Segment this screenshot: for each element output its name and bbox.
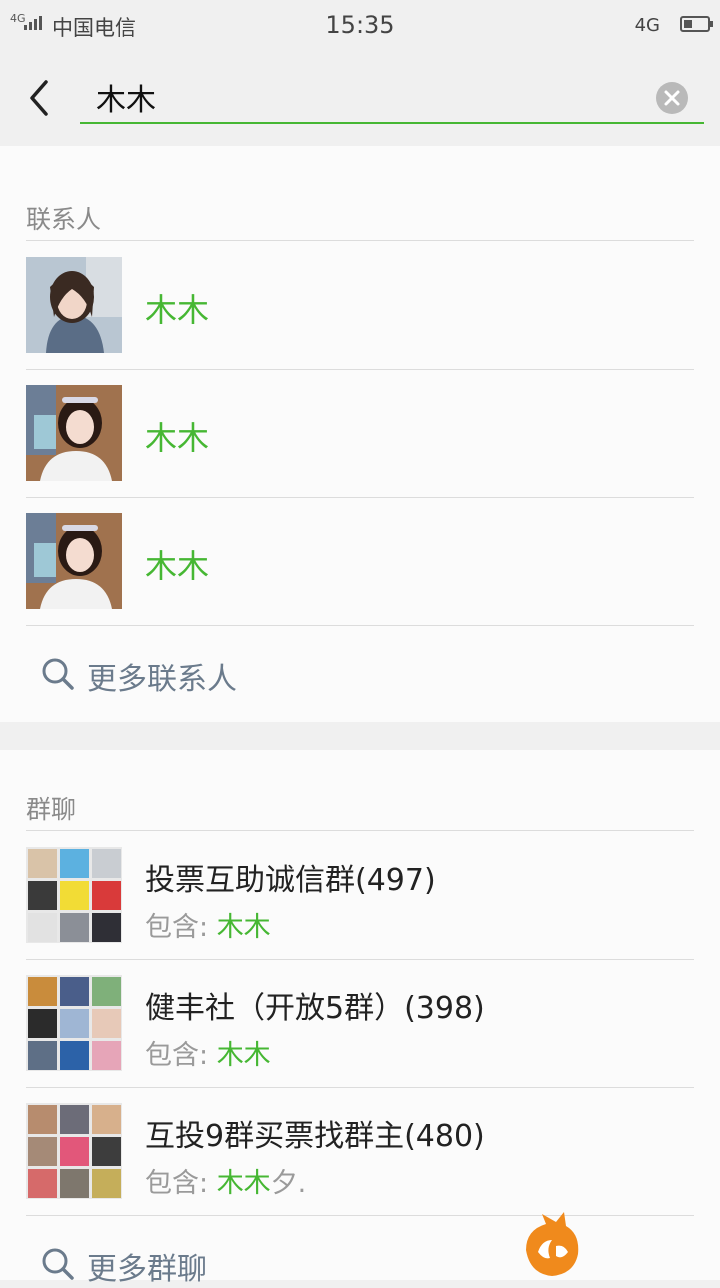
- fox-logo-icon: [526, 1212, 579, 1276]
- search-icon: [42, 658, 74, 690]
- contact-name: 木木: [145, 419, 210, 457]
- groups-section: 群聊 投票互助诚信群(497) 包含: 木木 健丰社（开放5群）(398) 包含…: [0, 750, 720, 1287]
- avatar: [26, 513, 122, 609]
- group-name: 互投9群买票找群主(480): [145, 1119, 485, 1154]
- more-groups-label: 更多群聊: [87, 1252, 207, 1287]
- group-match-info: 包含: 木木: [145, 1040, 271, 1071]
- contact-name: 木木: [145, 291, 210, 329]
- group-avatar: [26, 975, 122, 1071]
- search-icon: [42, 1248, 74, 1280]
- contact-row[interactable]: 木木: [0, 497, 720, 625]
- avatar: [26, 257, 122, 353]
- contact-row[interactable]: 木木: [0, 369, 720, 497]
- group-name: 健丰社（开放5群）(398): [145, 991, 485, 1026]
- group-avatar: [26, 847, 122, 943]
- contacts-section-title: 联系人: [26, 205, 102, 234]
- more-contacts-button[interactable]: 更多联系人: [0, 626, 720, 722]
- more-groups-button[interactable]: 更多群聊: [0, 1216, 720, 1287]
- groups-section-title: 群聊: [26, 795, 77, 824]
- network-type: 4G: [634, 15, 660, 36]
- group-row[interactable]: 互投9群买票找群主(480) 包含: 木木夕.: [0, 1087, 720, 1215]
- group-name: 投票互助诚信群(497): [145, 863, 436, 898]
- search-input[interactable]: [80, 72, 704, 124]
- status-bar: 4G 中国电信 15:35 4G: [0, 0, 720, 52]
- contact-row[interactable]: 木木: [0, 241, 720, 369]
- group-row[interactable]: 投票互助诚信群(497) 包含: 木木: [0, 831, 720, 959]
- contact-name: 木木: [145, 547, 210, 585]
- contacts-section: 联系人 木木 木木 木木 更多联系人: [0, 146, 720, 722]
- status-time: 15:35: [325, 11, 395, 39]
- more-contacts-label: 更多联系人: [87, 662, 237, 697]
- back-arrow-icon[interactable]: [26, 78, 54, 118]
- avatar: [26, 385, 122, 481]
- group-match-info: 包含: 木木: [145, 912, 271, 943]
- battery-icon: [680, 16, 713, 32]
- group-row[interactable]: 健丰社（开放5群）(398) 包含: 木木: [0, 959, 720, 1087]
- group-match-info: 包含: 木木夕.: [145, 1168, 307, 1199]
- clear-icon[interactable]: [656, 82, 688, 114]
- group-avatar: [26, 1103, 122, 1199]
